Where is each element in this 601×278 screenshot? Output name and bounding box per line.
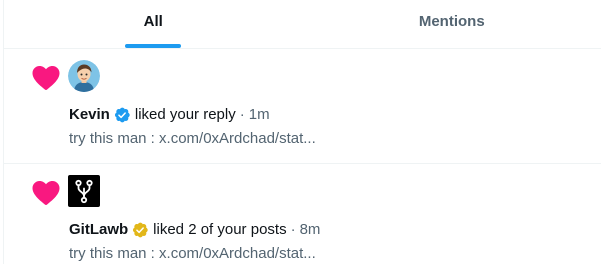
separator-dot: · [240, 105, 245, 125]
notification-item[interactable]: Kevin liked your reply · 1m try this man… [4, 49, 601, 164]
tab-all-label: All [144, 12, 163, 32]
verified-blue-badge-icon [113, 106, 131, 124]
post-snippet[interactable]: try this man : x.com/0xArdchad/stat... [69, 129, 316, 149]
user-name[interactable]: GitLawb [69, 220, 128, 240]
timestamp[interactable]: 8m [300, 220, 321, 240]
active-tab-indicator [125, 44, 181, 48]
avatar[interactable] [68, 60, 100, 92]
heart-icon [30, 63, 62, 93]
action-text: liked your reply [135, 105, 236, 125]
tab-mentions[interactable]: Mentions [303, 0, 601, 48]
action-text: liked 2 of your posts [153, 220, 286, 240]
timestamp[interactable]: 1m [249, 105, 270, 125]
notification-headline: Kevin liked your reply · 1m [69, 105, 270, 125]
tab-mentions-label: Mentions [419, 12, 485, 32]
tab-all[interactable]: All [4, 0, 303, 48]
user-name[interactable]: Kevin [69, 105, 110, 125]
verified-gold-badge-icon [131, 221, 149, 239]
post-snippet[interactable]: try this man : x.com/0xArdchad/stat... [69, 244, 316, 264]
separator-dot: · [291, 220, 296, 240]
notification-headline: GitLawb liked 2 of your posts · 8m [69, 220, 320, 240]
avatar[interactable] [68, 175, 100, 207]
notification-tabs: All Mentions [4, 0, 601, 49]
notification-item[interactable]: GitLawb liked 2 of your posts · 8m try t… [4, 164, 601, 278]
heart-icon [30, 178, 62, 208]
